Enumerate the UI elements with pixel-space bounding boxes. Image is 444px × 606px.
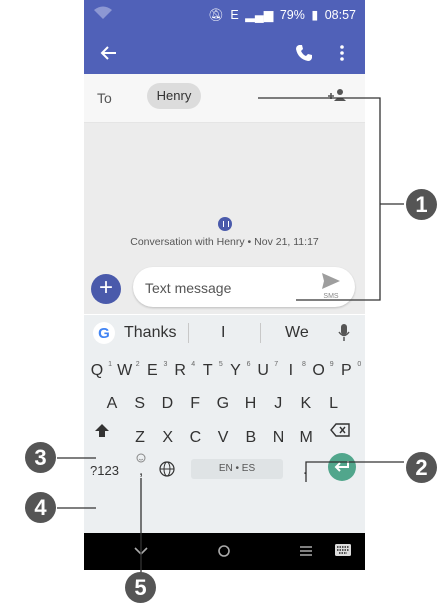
callout-lines <box>57 97 404 586</box>
callout-3: 3 <box>25 442 56 473</box>
callout-5: 5 <box>125 572 156 603</box>
callout-4: 4 <box>25 492 56 523</box>
callout-1: 1 <box>406 189 437 220</box>
callout-2: 2 <box>406 452 437 483</box>
